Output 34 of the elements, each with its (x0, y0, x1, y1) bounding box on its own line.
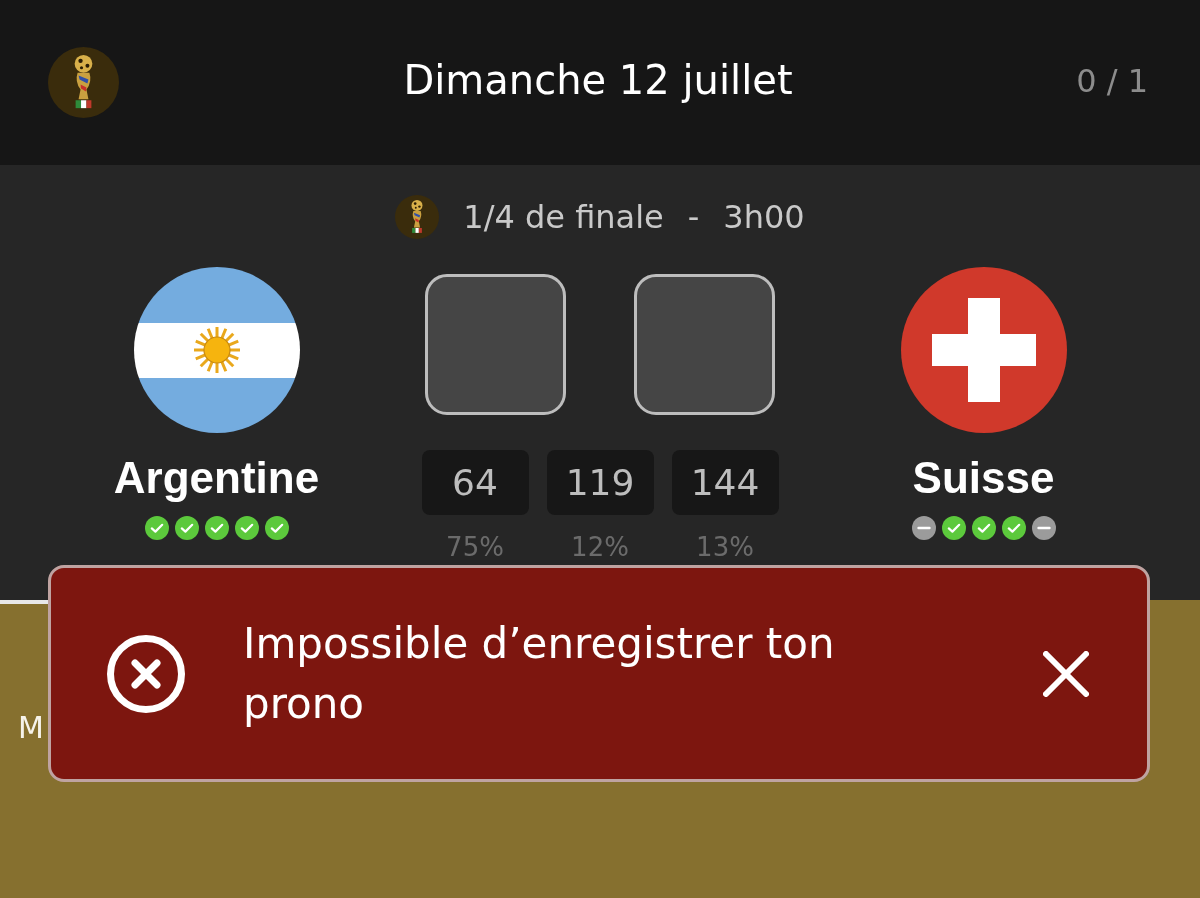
error-icon (106, 633, 186, 714)
switzerland-flag-icon (900, 267, 1067, 433)
check-icon (941, 516, 966, 540)
score-field[interactable] (425, 274, 566, 415)
check-icon (204, 516, 229, 540)
check-icon (971, 516, 996, 540)
toast-message: Impossible d’enregistrer ton prono (243, 617, 836, 730)
check-icon (144, 516, 169, 540)
date-title: Dimanche 12 juillet (403, 55, 793, 105)
argentina-flag-icon (133, 267, 300, 433)
vote-share: 13% (696, 532, 754, 562)
vote-count: 144 (671, 450, 779, 515)
check-icon (234, 516, 259, 540)
check-icon (174, 516, 199, 540)
vote-count: 64 (421, 450, 529, 515)
trophy-icon (48, 47, 119, 118)
minus-icon (911, 516, 936, 540)
minus-icon (1031, 516, 1056, 540)
check-icon (1001, 516, 1026, 540)
stage-label: 1/4 de finale (463, 197, 664, 237)
check-icon (264, 516, 289, 540)
vote-share: 12% (571, 532, 629, 562)
vote-count: 119 (546, 450, 654, 515)
close-button[interactable] (1043, 650, 1089, 697)
separator-text: - (687, 197, 700, 237)
vote-share: 75% (446, 532, 504, 562)
team-name: Argentine (113, 453, 320, 503)
close-icon (1043, 650, 1089, 697)
progress-counter: 0 / 1 (1076, 60, 1148, 102)
trophy-icon (395, 195, 440, 239)
kickoff-time: 3h00 (723, 197, 805, 237)
content-text: M (18, 710, 44, 745)
score-field[interactable] (634, 274, 775, 415)
team-name: Suisse (912, 453, 1055, 503)
